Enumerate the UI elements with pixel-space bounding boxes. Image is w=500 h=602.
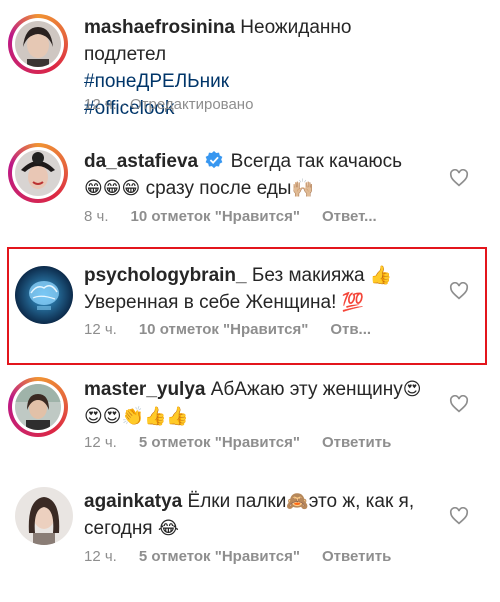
likes-count[interactable]: 5 отметок "Нравится" (139, 434, 300, 451)
emoji: 👍 (369, 265, 393, 285)
likes-count[interactable]: 10 отметок "Нравится" (139, 321, 308, 338)
verified-badge-icon (205, 151, 223, 169)
username[interactable]: master_yulya (84, 379, 205, 400)
reply-button[interactable]: Ответить (322, 434, 391, 451)
comment-text: сразу после еды (145, 178, 292, 199)
likes-count[interactable]: 10 отметок "Нравится" (131, 208, 300, 225)
emoji: 😍 (402, 379, 422, 399)
comment-text: Всегда так качаюсь (230, 151, 403, 172)
avatar-photo (15, 266, 73, 324)
edited-label: · Отредактировано (120, 96, 254, 113)
comment-text: Без макияжа (251, 265, 365, 286)
timestamp: 12 ч. (84, 321, 117, 338)
username[interactable]: psychologybrain_ (84, 265, 247, 286)
username[interactable]: againkatya (84, 491, 182, 512)
avatar[interactable] (14, 486, 74, 546)
timestamp: 8 ч. (84, 208, 109, 225)
avatar-photo (15, 487, 73, 545)
reply-button[interactable]: Ответить (322, 548, 391, 565)
heart-icon[interactable] (449, 395, 469, 413)
avatar[interactable] (8, 377, 68, 437)
hashtag-link[interactable]: #понеДРЕЛЬник (84, 71, 229, 92)
heart-icon[interactable] (449, 169, 469, 187)
timestamp: 12 ч. (84, 548, 117, 565)
comment-text: Уверенная в себе Женщина! (84, 292, 337, 313)
emoji: 🙈 (286, 491, 309, 511)
reply-button[interactable]: Ответ... (322, 208, 377, 225)
likes-count[interactable]: 5 отметок "Нравится" (139, 548, 300, 565)
avatar-photo (15, 21, 61, 67)
emoji: 😂 (157, 518, 179, 538)
avatar-photo (15, 150, 61, 196)
heart-icon[interactable] (449, 507, 469, 525)
avatar[interactable] (8, 143, 68, 203)
heart-icon[interactable] (449, 282, 469, 300)
avatar[interactable] (14, 265, 74, 325)
username[interactable]: mashaefrosinina (84, 17, 235, 38)
avatar[interactable] (8, 14, 68, 74)
reply-button[interactable]: Отв... (330, 321, 371, 338)
avatar-photo (15, 384, 61, 430)
comment-text: сегодня (84, 518, 153, 539)
emoji: 🙌🏼 (291, 178, 314, 198)
comment-text: Ёлки палки (187, 491, 287, 512)
emoji: 😁😁😁 (84, 178, 141, 198)
emoji: 💯 (341, 292, 365, 312)
emoji: 😍😍👏👍👍 (84, 406, 189, 426)
comment-text: АбАжаю эту женщину (210, 379, 403, 400)
username[interactable]: da_astafieva (84, 151, 198, 172)
comment-text: это ж, как я, (308, 491, 415, 512)
timestamp: 12 ч. (84, 96, 117, 113)
timestamp: 12 ч. (84, 434, 117, 451)
